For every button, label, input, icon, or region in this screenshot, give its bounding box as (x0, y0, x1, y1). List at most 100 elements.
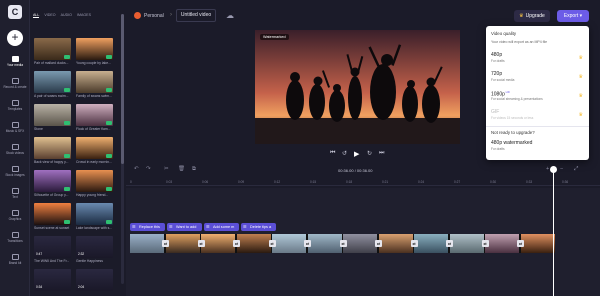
clip-action-button[interactable]: Add some m (204, 223, 239, 231)
transition-icon[interactable]: ⇄ (162, 240, 169, 247)
workspace-avatar[interactable] (134, 12, 141, 19)
rail-item[interactable]: Your media (0, 54, 30, 74)
media-thumbnail[interactable] (76, 137, 113, 159)
playhead[interactable] (553, 168, 554, 296)
skip-back-icon[interactable]: ⏮ (330, 150, 335, 157)
clip-action-button[interactable]: Replace this (130, 223, 165, 231)
media-tab[interactable]: IMAGES (77, 13, 91, 17)
media-thumbnail[interactable]: 0:34 (34, 269, 71, 291)
video-track[interactable]: ⇄ ⇄ ⇄ ⇄ ⇄ ⇄ ⇄ ⇄ ⇄ ⇄ ⇄ (130, 234, 555, 253)
option-name: GIF (491, 109, 500, 115)
timeline-ruler[interactable]: 0 0:03 0:06 0:09 0:12 0:15 0:18 0:21 0:24 0:27 0:3… (126, 178, 600, 186)
clip-action-button[interactable]: Delete tips a (241, 223, 276, 231)
rail-item[interactable]: Record & create (0, 76, 30, 96)
rail-item[interactable]: Music & SFX (0, 120, 30, 140)
transition-icon[interactable]: ⇄ (410, 240, 418, 247)
app-logo[interactable]: C (8, 5, 22, 19)
media-tab[interactable]: VIDEO (44, 13, 55, 17)
export-option-gif[interactable]: GIF For videos 15 seconds or less ♛ (486, 107, 589, 125)
transition-icon[interactable]: ⇄ (339, 240, 347, 247)
video-clip[interactable] (414, 234, 448, 253)
transition-icon[interactable]: ⇄ (375, 240, 382, 247)
video-clip[interactable] (307, 234, 342, 253)
skip-forward-icon[interactable]: ⏭ (379, 150, 384, 157)
clip-action-button[interactable]: Want to add (167, 223, 202, 231)
media-scrollbar[interactable] (121, 14, 124, 284)
zoom-out-icon[interactable]: − (560, 166, 563, 172)
rail-item[interactable]: Transitions (0, 230, 30, 250)
media-thumbnail[interactable]: 2:32 (76, 236, 113, 258)
transition-icon[interactable]: ⇄ (481, 240, 489, 247)
export-480p-watermarked[interactable]: 480p watermarked For drafts (486, 138, 589, 156)
video-clip[interactable] (201, 234, 235, 253)
ruler-tick: 0:33 (526, 180, 533, 184)
media-thumbnail[interactable] (34, 203, 71, 225)
media-caption: Sunset scene at sunset (34, 226, 70, 230)
ruler-tick: 0:24 (418, 180, 425, 184)
rewind-5s-icon[interactable]: ↺ (342, 150, 347, 157)
video-clip[interactable] (485, 234, 519, 253)
scrollbar-thumb[interactable] (121, 14, 124, 164)
fit-timeline-icon[interactable]: ⤢ (574, 166, 578, 173)
media-thumbnail[interactable] (34, 137, 71, 159)
media-caption: Silhouette of Group y... (34, 193, 69, 197)
export-option-480p[interactable]: 480p For drafts ♛ (486, 50, 589, 68)
transition-icon[interactable]: ⇄ (268, 240, 276, 247)
duplicate-icon[interactable]: ⧉ (192, 166, 196, 173)
video-clip[interactable] (130, 234, 164, 253)
project-title-input[interactable]: Untitled video (176, 9, 216, 22)
media-thumbnail[interactable]: 2:04 (76, 269, 113, 291)
total-time: 00:36.00 (356, 168, 373, 173)
transition-icon[interactable]: ⇄ (517, 240, 524, 247)
media-thumbnail[interactable] (34, 38, 71, 60)
rail-item[interactable]: Brand kit (0, 252, 30, 272)
add-media-button[interactable]: + (7, 30, 23, 46)
media-thumbnail[interactable] (34, 71, 71, 93)
media-thumbnail[interactable]: 0:47 (34, 236, 71, 258)
upgrade-button[interactable]: ♛ Upgrade (514, 10, 550, 22)
playhead-handle[interactable] (550, 166, 557, 173)
cloud-off-icon[interactable]: ☁ (226, 11, 234, 20)
record-icon (11, 78, 19, 84)
check-icon (64, 220, 70, 224)
media-thumbnail[interactable] (76, 38, 113, 60)
video-clip[interactable] (165, 234, 200, 253)
rail-item[interactable]: Graphics (0, 208, 30, 228)
forward-5s-icon[interactable]: ↻ (367, 150, 372, 157)
undo-icon[interactable]: ↶ (134, 166, 139, 172)
media-thumbnail[interactable] (76, 104, 113, 126)
transition-icon[interactable]: ⇄ (446, 240, 453, 247)
video-clip[interactable] (236, 234, 271, 253)
transition-icon[interactable]: ⇄ (304, 240, 311, 247)
rail-item[interactable]: Text (0, 186, 30, 206)
video-preview[interactable]: Watermarked (255, 30, 460, 144)
export-option-1080p[interactable]: 1080p HD For social streaming & presentat… (486, 88, 589, 106)
export-button[interactable]: Export ▾ (557, 10, 589, 22)
video-clip[interactable] (272, 234, 306, 253)
media-tab[interactable]: ALL (33, 13, 40, 18)
media-thumbnail[interactable] (34, 104, 71, 126)
workspace-name[interactable]: Personal (144, 13, 164, 19)
export-option-720p[interactable]: 720p For social media ♛ (486, 69, 589, 87)
media-thumbnail[interactable] (34, 170, 71, 192)
media-tab[interactable]: AUDIO (61, 13, 72, 17)
transition-icon[interactable]: ⇄ (197, 240, 205, 247)
redo-icon[interactable]: ↷ (146, 166, 151, 172)
video-clip[interactable] (343, 234, 377, 253)
ruler-tick: 0:36 (562, 180, 569, 184)
split-icon[interactable]: ✂ (164, 166, 169, 172)
media-thumbnail[interactable] (76, 170, 113, 192)
rail-item[interactable]: Stock images (0, 164, 30, 184)
rail-item[interactable]: Stock videos (0, 142, 30, 162)
rail-item[interactable]: Templates (0, 98, 30, 118)
export-quality-menu: Video quality Your video will export as … (486, 26, 589, 160)
video-clip[interactable] (449, 234, 484, 253)
play-icon[interactable]: ▶ (354, 150, 359, 158)
video-clip[interactable] (378, 234, 413, 253)
delete-icon[interactable]: 🗑 (178, 166, 185, 172)
media-thumbnail[interactable] (76, 203, 113, 225)
video-clip[interactable] (520, 234, 555, 253)
zoom-in-icon[interactable]: + (546, 166, 549, 172)
media-thumbnail[interactable] (76, 71, 113, 93)
transition-icon[interactable]: ⇄ (233, 240, 240, 247)
